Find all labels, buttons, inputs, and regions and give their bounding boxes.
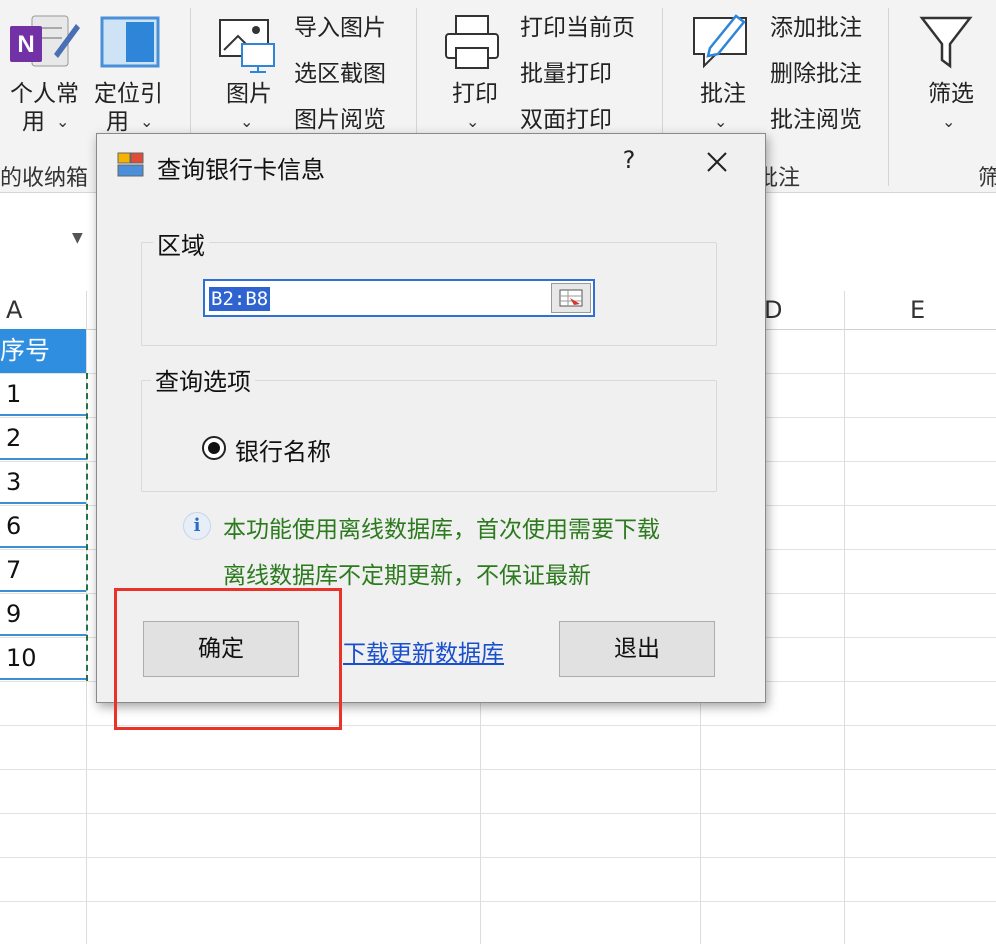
range-select-button[interactable] [551, 283, 591, 313]
add-annotation-button[interactable]: 添加批注 [770, 14, 862, 42]
table-row[interactable]: 1 [0, 373, 86, 416]
import-picture-button[interactable]: 导入图片 [294, 14, 386, 42]
cell-value: 1 [6, 380, 22, 408]
print-label[interactable]: 打印 [452, 80, 498, 108]
table-row[interactable]: 7 [0, 549, 86, 592]
delete-annotation-button[interactable]: 删除批注 [770, 60, 862, 88]
picture-browse-button[interactable]: 图片阅览 [294, 106, 386, 134]
picture-label[interactable]: 图片 [226, 80, 272, 108]
chevron-down-icon[interactable]: ⌄ [140, 112, 153, 131]
help-button[interactable]: ? [617, 146, 641, 174]
table-row[interactable]: 3 [0, 461, 86, 504]
storage-group-label: 的收纳箱 [0, 166, 89, 191]
duplex-print-button[interactable]: 双面打印 [520, 106, 612, 134]
info-icon: i [183, 512, 211, 540]
app-window-icon [117, 152, 144, 177]
gridline [0, 901, 996, 902]
cell-value: 3 [6, 468, 22, 496]
cell-value: 7 [6, 556, 22, 584]
exit-button[interactable]: 退出 [559, 621, 715, 677]
gridline [700, 700, 701, 944]
header-cell-serial[interactable]: 序号 [0, 329, 86, 373]
chevron-down-icon[interactable]: ⌄ [714, 112, 727, 131]
annotate-icon [693, 14, 747, 69]
svg-text:N: N [17, 31, 34, 58]
column-header-a[interactable]: A [6, 296, 22, 324]
close-icon[interactable] [697, 142, 737, 182]
table-row[interactable]: 9 [0, 593, 86, 636]
range-input-value: B2:B8 [209, 287, 271, 311]
gridline [0, 857, 996, 858]
gridline [0, 813, 996, 814]
annotate-label[interactable]: 批注 [700, 80, 746, 108]
bank-name-radio-label[interactable]: 银行名称 [235, 432, 331, 467]
cell-value: 10 [6, 644, 37, 672]
cell-value: 6 [6, 512, 22, 540]
column-header-d[interactable]: D [764, 296, 782, 324]
table-row[interactable]: 6 [0, 505, 86, 548]
filter-label[interactable]: 筛选 [928, 80, 974, 108]
gridline [0, 769, 996, 770]
printer-icon [445, 15, 499, 69]
info-text-line-2: 离线数据库不定期更新，不保证最新 [223, 563, 591, 589]
annotation-browse-button[interactable]: 批注阅览 [770, 106, 862, 134]
chevron-down-icon[interactable]: ⌄ [56, 112, 69, 131]
table-row[interactable]: 2 [0, 417, 86, 460]
cell-value: 2 [6, 424, 22, 452]
range-screenshot-button[interactable]: 选区截图 [294, 60, 386, 88]
filter-icon [919, 16, 973, 69]
picture-icon [219, 19, 275, 73]
batch-print-button[interactable]: 批量打印 [520, 60, 612, 88]
gridline [480, 700, 481, 944]
query-options-title: 查询选项 [151, 362, 255, 397]
dialog-title: 查询银行卡信息 [157, 156, 325, 184]
filter-group-label: 筛 [978, 166, 996, 191]
range-select-icon [559, 289, 583, 307]
highlight-box [114, 588, 342, 730]
name-box-dropdown-icon[interactable]: ▼ [72, 230, 83, 246]
header-cell-text: 序号 [0, 336, 51, 365]
info-text-line-1: 本功能使用离线数据库，首次使用需要下载 [223, 517, 660, 543]
range-input[interactable]: B2:B8 [203, 279, 595, 317]
ribbon-separator [888, 8, 889, 186]
locate-label-2[interactable]: 用 [106, 108, 129, 136]
print-current-page-button[interactable]: 打印当前页 [520, 14, 635, 42]
column-header-e[interactable]: E [910, 296, 925, 324]
bank-name-radio[interactable] [202, 436, 226, 460]
personal-label-2[interactable]: 用 [22, 108, 45, 136]
onenote-icon: N [10, 15, 80, 67]
personal-label-1[interactable]: 个人常 [10, 80, 79, 108]
chevron-down-icon[interactable]: ⌄ [942, 112, 955, 131]
selection-range-border [86, 373, 96, 681]
locate-reference-icon [100, 16, 160, 68]
gridline [844, 291, 845, 944]
chevron-down-icon[interactable]: ⌄ [240, 112, 253, 131]
locate-label-1[interactable]: 定位引 [94, 80, 163, 108]
chevron-down-icon[interactable]: ⌄ [466, 112, 479, 131]
region-group-title: 区域 [153, 226, 209, 261]
table-row[interactable]: 10 [0, 637, 86, 680]
cell-value: 9 [6, 600, 22, 628]
download-update-database-link[interactable]: 下载更新数据库 [343, 634, 504, 668]
